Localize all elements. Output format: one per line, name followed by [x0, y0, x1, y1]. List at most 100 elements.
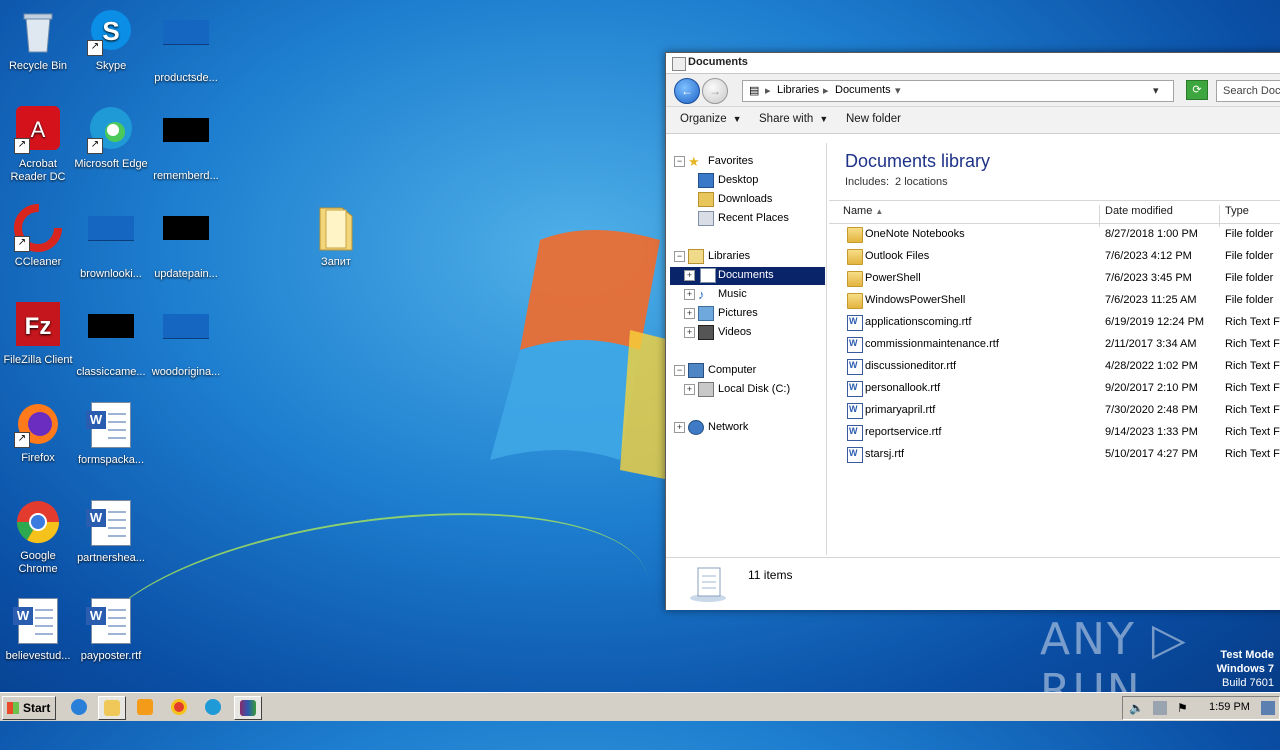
refresh-icon[interactable]: ⟳ — [1186, 80, 1208, 100]
desktop-icon-formspacka[interactable]: W formspacka... — [73, 400, 149, 467]
show-desktop-icon[interactable] — [1261, 701, 1275, 715]
desktop-icon-payposter[interactable]: W payposter.rtf — [73, 596, 149, 663]
column-header-type[interactable]: Type — [1225, 205, 1249, 217]
column-label: Name — [843, 205, 873, 217]
share-with-button[interactable]: Share with ▼ — [759, 113, 828, 125]
tree-documents[interactable]: + Documents — [670, 267, 825, 285]
breadcrumb-documents[interactable]: Documents — [835, 84, 891, 96]
includes-link[interactable]: 2 locations — [895, 176, 948, 188]
desktop-icon-acrobat[interactable]: A ↗ Acrobat Reader DC — [0, 106, 76, 184]
folder-icon — [847, 293, 863, 309]
desktop-icon-brownlooki[interactable]: brownlooki... — [73, 204, 149, 281]
search-input[interactable]: Search Docu — [1216, 80, 1280, 102]
taskbar-ie-button[interactable] — [66, 696, 92, 718]
address-bar[interactable]: ▤ ▸ Libraries ▸ Documents ▾ ▾ — [742, 80, 1174, 102]
desktop-icon-classiccame[interactable]: classiccame... — [73, 302, 149, 379]
file-row[interactable]: WindowsPowerShell 7/6/2023 11:25 AM File f… — [829, 289, 1280, 311]
tree-label: Pictures — [718, 307, 758, 319]
volume-icon[interactable]: 🔈 — [1129, 701, 1144, 715]
desktop-icon-label: Microsoft Edge — [74, 158, 148, 170]
action-center-icon[interactable]: ⚑ — [1177, 701, 1191, 715]
taskbar-edge-button[interactable] — [200, 696, 226, 718]
tree-pictures[interactable]: + Pictures — [684, 305, 824, 323]
taskbar-winrar-button[interactable] — [234, 696, 262, 720]
tree-music[interactable]: + ♪ Music — [684, 286, 824, 304]
desktop-icon-rememberd[interactable]: rememberd... — [148, 106, 224, 183]
desktop-icon-label: believestud... — [5, 650, 71, 662]
desktop-icon-chrome[interactable]: Google Chrome — [0, 498, 76, 576]
breadcrumb-libraries[interactable]: Libraries — [777, 84, 819, 96]
expand-icon[interactable]: + — [674, 422, 685, 433]
new-folder-button[interactable]: New folder — [846, 113, 901, 125]
desktop-icon-filezilla[interactable]: Fz FileZilla Client — [0, 302, 76, 367]
desktop-icon-recycle-bin[interactable]: Recycle Bin — [0, 8, 76, 73]
collapse-icon[interactable]: − — [674, 365, 685, 376]
column-header-name[interactable]: Name ▲ — [843, 205, 883, 217]
star-icon: ★ — [688, 154, 700, 169]
network-tray-icon[interactable] — [1153, 701, 1167, 715]
desktop-icon-zapyt-folder[interactable]: Запит — [298, 204, 374, 269]
file-type: File folder — [1225, 250, 1274, 262]
folder-small-icon — [672, 57, 686, 71]
desktop-icon-partnershea[interactable]: W partnershea... — [73, 498, 149, 565]
expand-icon[interactable]: + — [684, 289, 695, 300]
tree-label: Downloads — [718, 193, 773, 205]
firefox-icon: ↗ — [14, 400, 62, 448]
expand-icon[interactable]: + — [684, 327, 695, 338]
column-header-date[interactable]: Date modified — [1105, 205, 1173, 217]
tree-network[interactable]: + Network — [674, 419, 824, 437]
taskbar-media-button[interactable] — [132, 696, 158, 718]
collapse-icon[interactable]: − — [674, 251, 685, 262]
tree-local-disk[interactable]: + Local Disk (C:) — [684, 381, 824, 399]
taskbar-chrome-button[interactable] — [166, 696, 192, 718]
tree-desktop[interactable]: Desktop — [694, 172, 824, 190]
desktop-icon-edge[interactable]: ↗ Microsoft Edge — [73, 106, 149, 171]
desktop-icon-skype[interactable]: S ↗ Skype — [73, 8, 149, 73]
word-doc-icon: W — [13, 598, 62, 646]
tree-downloads[interactable]: Downloads — [694, 191, 824, 209]
tree-label: Desktop — [718, 174, 759, 186]
file-row[interactable]: primaryapril.rtf 7/30/2020 2:48 PM Rich Te… — [829, 399, 1280, 421]
shortcut-arrow-icon: ↗ — [14, 432, 30, 448]
library-includes: Includes: 2 locations — [845, 176, 948, 188]
file-row[interactable]: starsj.rtf 5/10/2017 4:27 PM Rich Text Fo — [829, 443, 1280, 465]
file-row[interactable]: OneNote Notebooks 8/27/2018 1:00 PM File f… — [829, 223, 1280, 245]
pictures-icon — [698, 306, 714, 321]
expand-icon[interactable]: + — [684, 308, 695, 319]
tree-favorites[interactable]: − ★ Favorites — [674, 153, 824, 171]
expand-icon[interactable]: + — [684, 270, 695, 281]
tree-libraries[interactable]: − Libraries — [674, 248, 824, 266]
file-row[interactable]: personallook.rtf 9/20/2017 2:10 PM Rich Te… — [829, 377, 1280, 399]
collapse-icon[interactable]: − — [674, 156, 685, 167]
chrome-icon — [14, 498, 62, 546]
file-date: 7/6/2023 4:12 PM — [1105, 250, 1192, 262]
file-row[interactable]: commissionmaintenance.rtf 2/11/2017 3:34 … — [829, 333, 1280, 355]
desktop-icon-ccleaner[interactable]: ↗ CCleaner — [0, 204, 76, 269]
navigation-pane: − ★ Favorites Desktop Downloads Recent P… — [666, 143, 827, 555]
expand-icon[interactable]: + — [684, 384, 695, 395]
file-row[interactable]: Outlook Files 7/6/2023 4:12 PM File folder — [829, 245, 1280, 267]
file-row[interactable]: PowerShell 7/6/2023 3:45 PM File folder — [829, 267, 1280, 289]
desktop-icon-firefox[interactable]: ↗ Firefox — [0, 400, 76, 465]
taskbar-explorer-button[interactable] — [98, 696, 126, 720]
clock[interactable]: 1:59 PM — [1209, 701, 1250, 713]
file-row[interactable]: discussioneditor.rtf 4/28/2022 1:02 PM Ric… — [829, 355, 1280, 377]
desktop-icon-woodorigina[interactable]: woodorigina... — [148, 302, 224, 379]
desktop-icon-believestud[interactable]: W believestud... — [0, 596, 76, 663]
desktop-icon-updatepain[interactable]: updatepain... — [148, 204, 224, 281]
organize-button[interactable]: Organize ▼ — [680, 113, 742, 125]
back-button[interactable]: ← — [674, 78, 700, 104]
tree-recent-places[interactable]: Recent Places — [694, 210, 824, 228]
start-button[interactable]: Start — [2, 696, 56, 720]
network-icon — [688, 420, 704, 435]
file-row[interactable]: reportservice.rtf 9/14/2023 1:33 PM Rich T… — [829, 421, 1280, 443]
chevron-down-icon[interactable]: ▾ — [895, 84, 901, 97]
address-dropdown-icon[interactable]: ▾ — [1153, 84, 1159, 97]
tree-videos[interactable]: + Videos — [684, 324, 824, 342]
title-bar[interactable]: Documents — [666, 53, 1280, 74]
desktop-icon-productsde[interactable]: productsde... — [148, 8, 224, 85]
forward-button[interactable]: → — [702, 78, 728, 104]
file-row[interactable]: applicationscoming.rtf 6/19/2019 12:24 PM… — [829, 311, 1280, 333]
tree-computer[interactable]: − Computer — [674, 362, 824, 380]
computer-icon — [688, 363, 704, 378]
